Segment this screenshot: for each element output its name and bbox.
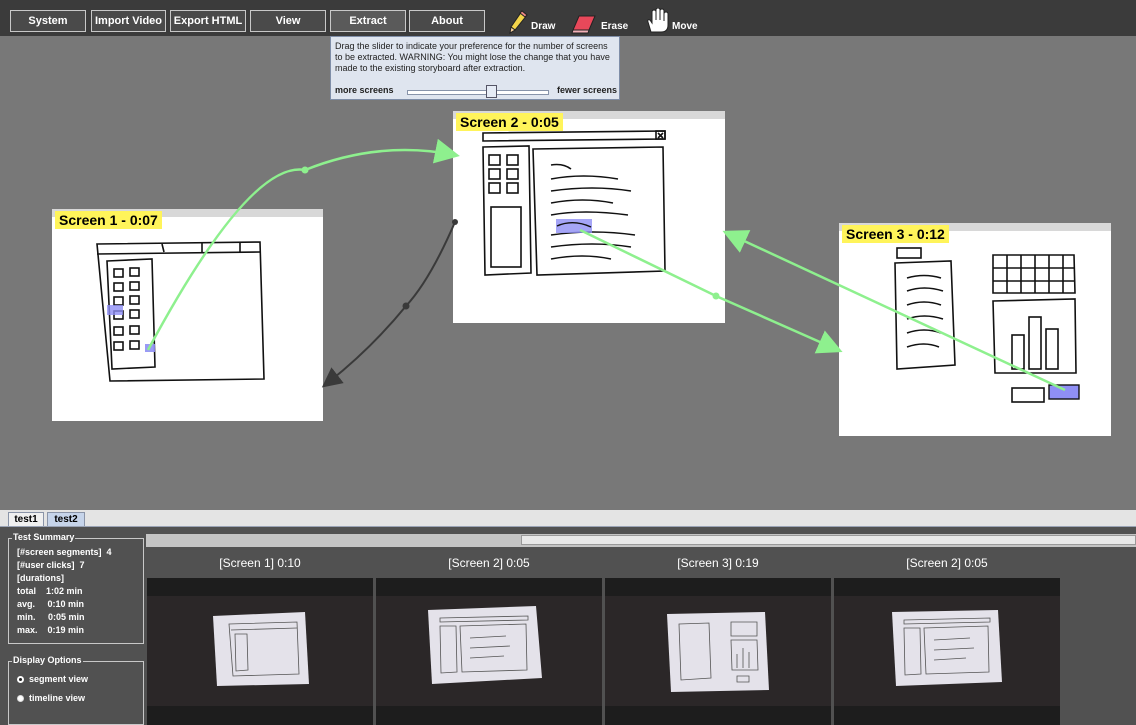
screen-card-3[interactable]: Screen 3 - 0:12 [839,223,1111,436]
extract-popup: Drag the slider to indicate your prefere… [330,36,620,100]
view-menu-button[interactable]: View [250,10,326,32]
hand-icon [647,8,669,33]
summary-line: total 1:02 min [17,586,83,596]
timeline-scrollbar[interactable] [146,534,1136,547]
timeline-view-radio[interactable]: timeline view [17,693,85,703]
video-frame-image [834,578,1060,725]
test-summary-legend: Test Summary [12,532,76,542]
segment-view-label: segment view [29,674,89,684]
about-menu-button[interactable]: About [409,10,485,32]
test-summary-panel: Test Summary [#screen segments] 4 [#user… [8,532,144,644]
segment-label: [Screen 1] 0:10 [219,556,301,570]
video-frame-image [605,578,831,725]
eraser-icon [571,15,596,34]
segment-video-frame[interactable] [834,578,1060,725]
erase-tool-label: Erase [601,21,629,32]
sketch-screen-3 [894,247,1080,403]
extract-slider-row: more screens fewer screens [335,85,617,98]
segment-label: [Screen 2] 0:05 [448,556,530,570]
screen-card-2[interactable]: Screen 2 - 0:05 [453,111,725,323]
erase-tool[interactable]: Erase [570,8,628,34]
draw-tool-label: Draw [531,21,556,32]
extract-slider-track[interactable] [407,90,549,95]
sketch-screen-2 [482,130,666,276]
system-menu-button[interactable]: System [10,10,86,32]
display-options-legend: Display Options [12,655,83,665]
screen-1-title: Screen 1 - 0:07 [55,211,162,229]
segment-view-radio[interactable]: segment view [17,674,88,684]
draw-tool[interactable]: Draw [508,8,555,34]
tab-test2[interactable]: test2 [47,512,85,526]
timeline-scrollbar-thumb[interactable] [521,535,1136,545]
test-tabs: test1 test2 [0,510,1136,527]
segment-video-frame[interactable] [147,578,373,725]
segment-label: [Screen 3] 0:19 [677,556,759,570]
segment-video-frame[interactable] [376,578,602,725]
summary-line: [#screen segments] 4 [17,547,112,557]
radio-unselected-icon [17,694,24,702]
extract-slider-thumb[interactable] [485,85,497,98]
summary-line: [durations] [17,573,64,583]
summary-line: [#user clicks] 7 [17,560,85,570]
more-screens-label: more screens [335,85,394,95]
summary-line: max. 0:19 min [17,625,85,635]
screen-3-title: Screen 3 - 0:12 [842,225,949,243]
tab-test1[interactable]: test1 [8,512,44,526]
screen-card-1[interactable]: Screen 1 - 0:07 [52,209,323,421]
segment-label: [Screen 2] 0:05 [906,556,988,570]
fewer-screens-label: fewer screens [556,85,617,95]
video-frame-image [376,578,602,725]
screen-2-title: Screen 2 - 0:05 [456,113,563,131]
move-tool-label: Move [672,21,698,32]
extract-popup-message: Drag the slider to indicate your prefere… [335,41,610,73]
import-video-button[interactable]: Import Video [91,10,166,32]
segment-video-frame[interactable] [605,578,831,725]
move-tool[interactable]: Move [645,8,698,34]
timeline-view-label: timeline view [29,693,86,703]
radio-selected-icon [17,675,24,683]
summary-line: avg. 0:10 min [17,599,85,609]
video-frame-image [147,578,373,725]
export-html-button[interactable]: Export HTML [170,10,246,32]
main-toolbar: System Import Video Export HTML View Ext… [0,0,1136,36]
extract-menu-button[interactable]: Extract [330,10,406,32]
pencil-icon [509,10,528,34]
summary-line: min. 0:05 min [17,612,85,622]
display-options-panel: Display Options segment view timeline vi… [8,655,144,725]
sketch-screen-1 [96,241,265,382]
